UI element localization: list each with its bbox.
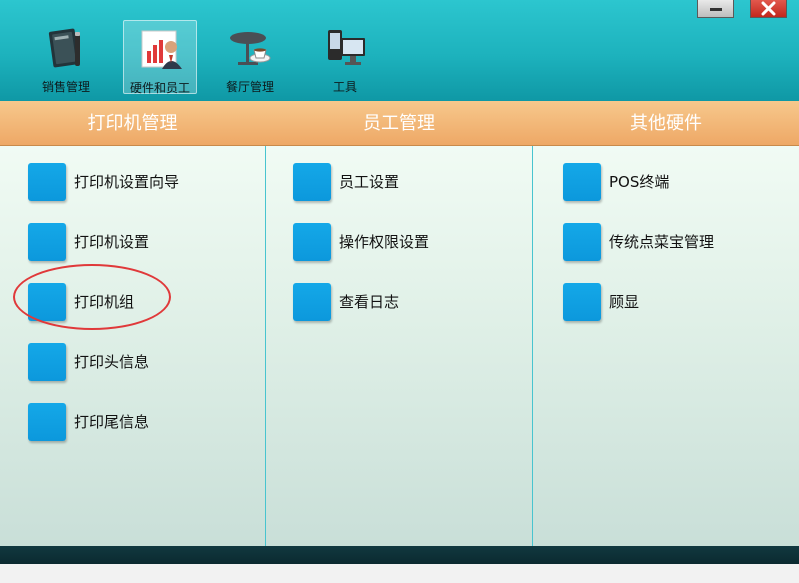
menu-item-label: 员工设置 — [339, 173, 400, 191]
toolbar-tools[interactable]: 工具 — [308, 20, 382, 94]
column-title-printer-management: 打印机管理 — [87, 113, 178, 134]
toolbar-label: 工具 — [332, 80, 357, 94]
menu-item-label: 打印机设置向导 — [74, 173, 180, 191]
print-header-info-icon — [28, 343, 66, 381]
toolbar-label: 餐厅管理 — [225, 80, 274, 94]
printer-setup-wizard-icon — [28, 163, 66, 201]
toolbar-restaurant-management[interactable]: 餐厅管理 — [213, 20, 287, 94]
menu-item-label: POS终端 — [609, 173, 670, 191]
hardware-staff-icon — [136, 25, 184, 73]
restaurant-table-icon — [226, 24, 274, 72]
top-toolbar: 销售管理 硬件和员工 餐厅管理 工具 — [0, 0, 799, 101]
pos-terminal-icon — [563, 163, 601, 201]
staff-settings-icon — [293, 163, 331, 201]
menu-item-label: 打印机组 — [74, 293, 135, 311]
permission-settings-icon — [293, 223, 331, 261]
bottom-strip — [0, 564, 799, 583]
menu-item-label: 操作权限设置 — [339, 233, 430, 251]
menu-item-label: 传统点菜宝管理 — [609, 233, 715, 251]
sales-book-icon — [42, 24, 90, 72]
tools-devices-icon — [321, 24, 369, 72]
column-divider — [532, 146, 533, 546]
column-divider — [265, 146, 266, 546]
handheld-ordering-icon — [563, 223, 601, 261]
toolbar-label: 硬件和员工 — [129, 81, 190, 95]
status-bar — [0, 546, 799, 564]
menu-item-label: 查看日志 — [339, 293, 400, 311]
column-title-staff-management: 员工管理 — [363, 113, 435, 134]
menu-item-label: 打印尾信息 — [74, 413, 150, 431]
main-panel: 打印机设置向导 打印机设置 打印机组 打印头信息 打印尾信息 员工设置 操作权限… — [0, 146, 799, 546]
view-log-icon — [293, 283, 331, 321]
print-footer-info-icon — [28, 403, 66, 441]
toolbar-label: 销售管理 — [41, 80, 90, 94]
customer-display-icon — [563, 283, 601, 321]
column-title-other-hardware: 其他硬件 — [630, 113, 702, 134]
minimize-icon[interactable] — [697, 0, 734, 18]
menu-item-label: 顾显 — [609, 293, 640, 311]
section-header-band: 打印机管理 员工管理 其他硬件 — [0, 101, 799, 146]
menu-item-label: 打印机设置 — [74, 233, 150, 251]
printer-settings-icon — [28, 223, 66, 261]
toolbar-sales-management[interactable]: 销售管理 — [29, 20, 103, 94]
printer-group-icon — [28, 283, 66, 321]
menu-item-label: 打印头信息 — [74, 353, 150, 371]
toolbar-hardware-and-staff[interactable]: 硬件和员工 — [123, 20, 197, 95]
close-icon[interactable] — [750, 0, 787, 18]
app-window: 销售管理 硬件和员工 餐厅管理 工具 打印机管理 员工管理 其他硬件 打印机设置… — [0, 0, 799, 583]
